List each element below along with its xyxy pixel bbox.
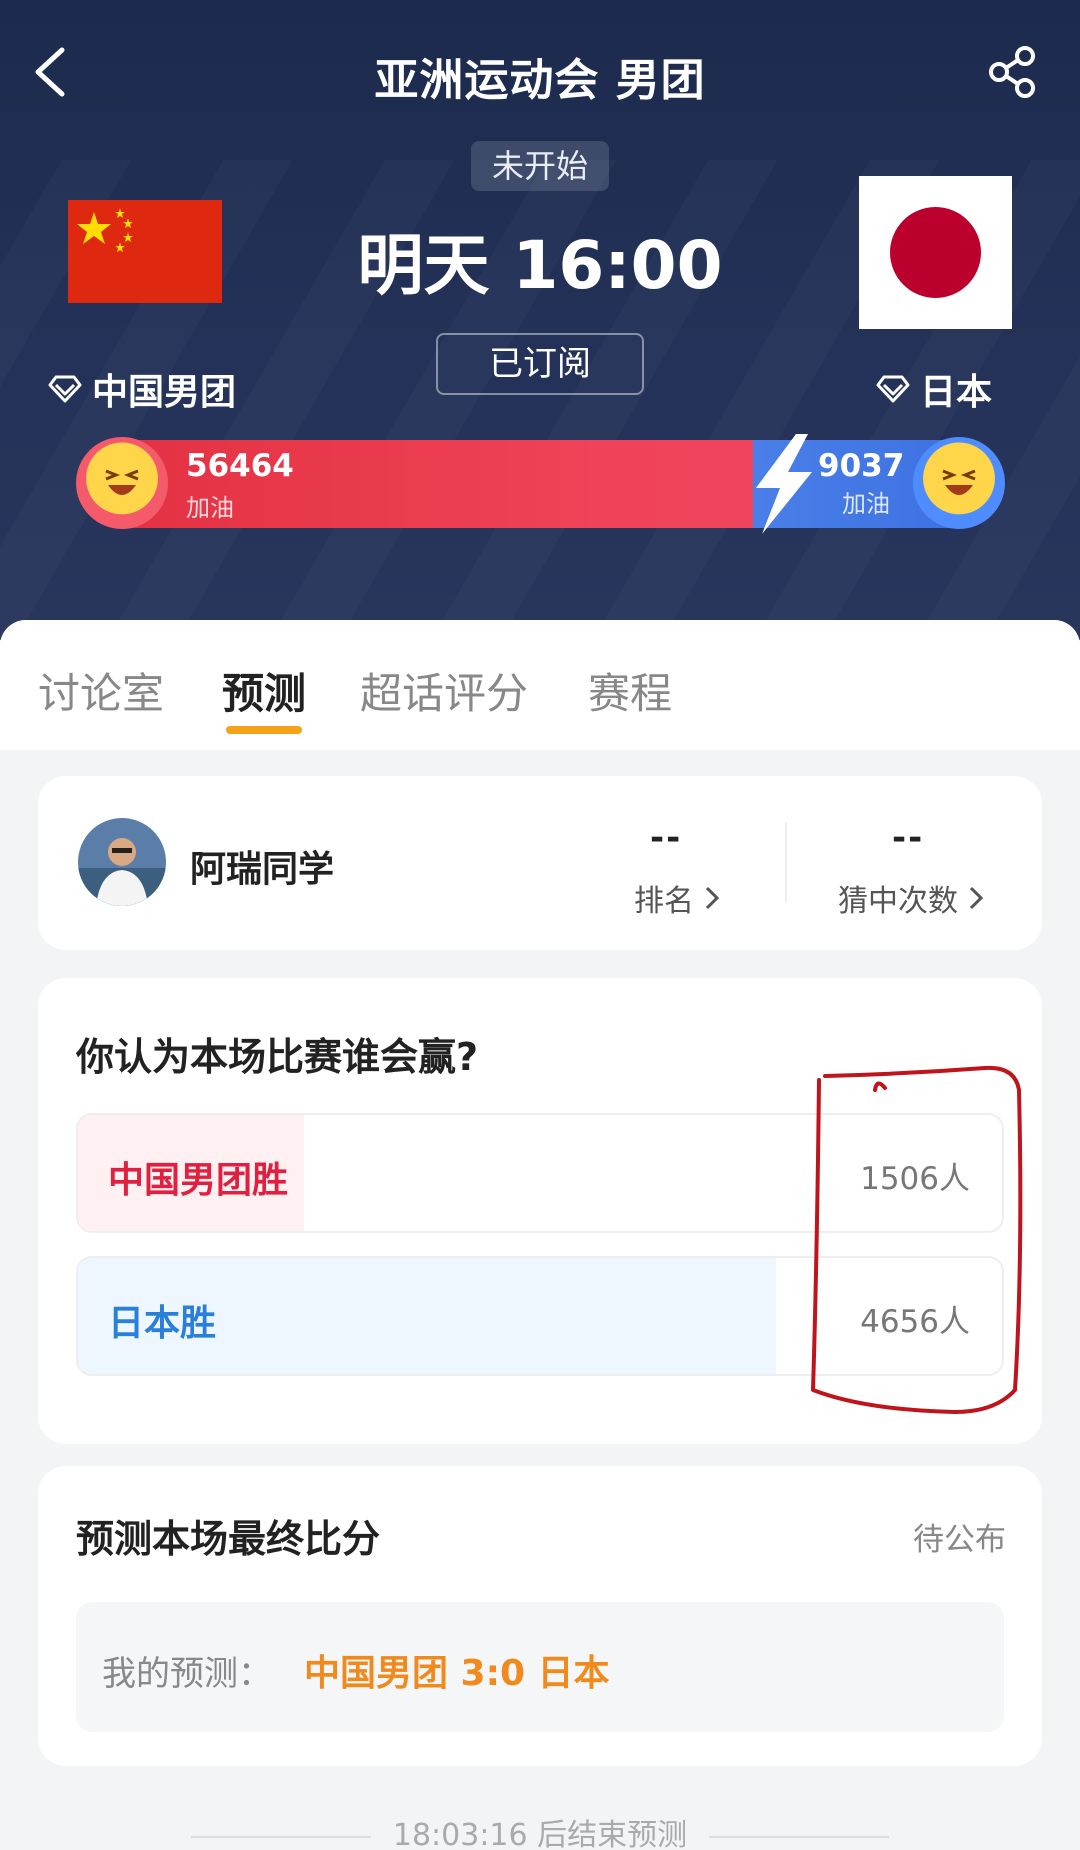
lightning-icon [756,434,812,534]
vote-question: 你认为本场比赛谁会赢? [76,1035,479,1079]
cheer-right-count: 9037 [818,448,905,484]
my-prediction-value: 中国男团 3:0 日本 [304,1653,610,1694]
active-tab-indicator [226,726,302,734]
cheer-left-label: 加油 [186,494,234,522]
team-left-name: 中国男团 [92,372,237,413]
score-status: 待公布 [913,1522,1006,1558]
subscribe-button[interactable]: 已订阅 [436,333,644,395]
match-status-badge: 未开始 [471,141,609,191]
score-title: 预测本场最终比分 [76,1517,381,1561]
user-card: 阿瑞同学 -- 排名 -- 猜中次数 [38,776,1042,950]
share-icon[interactable] [985,44,1041,100]
team-left[interactable]: 中国男团 [48,363,236,415]
cheer-bar: 56464 加油 9037 加油 [76,434,1005,534]
team-right-name: 日本 [920,372,993,413]
cheer-right-label: 加油 [842,490,890,518]
cheer-left-count: 56464 [186,448,294,484]
chevron-right-icon [705,886,720,910]
score-card: 预测本场最终比分 待公布 我的预测： 中国男团 3:0 日本 [38,1466,1042,1766]
cheer-left-emoji-icon[interactable] [76,437,168,529]
vote-option-count: 4656人 [860,1304,970,1340]
avatar[interactable] [78,818,166,906]
rank-value: -- [650,818,683,858]
my-prediction[interactable]: 我的预测： 中国男团 3:0 日本 [76,1602,1004,1732]
page-title: 亚洲运动会 男团 [374,55,706,106]
vote-option-japan[interactable]: 日本胜 4656人 [76,1256,1004,1376]
content-sheet: 讨论室 预测 超话评分 赛程 阿瑞同学 -- 排名 -- 猜中次数 你认为本场比… [0,620,1080,1850]
countdown-text: 18:03:16 后结束预测 [392,1818,688,1850]
diamond-icon [876,375,910,403]
my-prediction-label: 我的预测： [102,1654,272,1694]
tab-prediction[interactable]: 预测 [222,660,306,721]
prediction-countdown: 18:03:16 后结束预测 [0,1810,1080,1850]
tab-schedule[interactable]: 赛程 [588,660,672,721]
rank-link[interactable]: 排名 [634,876,720,920]
vote-option-label: 中国男团胜 [108,1160,289,1201]
vote-option-china[interactable]: 中国男团胜 1506人 [76,1113,1004,1233]
vote-card: 你认为本场比赛谁会赢? 中国男团胜 1506人 日本胜 4656人 [38,978,1042,1444]
rank-label: 排名 [634,884,694,919]
vote-option-label: 日本胜 [108,1303,217,1344]
stats-divider [785,822,787,902]
vote-option-count: 1506人 [860,1161,970,1197]
chevron-right-icon [969,886,984,910]
cheer-right-emoji-icon[interactable] [913,437,1005,529]
hits-label: 猜中次数 [838,884,958,919]
tab-rating[interactable]: 超话评分 [360,660,528,721]
tab-discussion[interactable]: 讨论室 [38,660,164,721]
hits-value: -- [892,818,925,858]
match-header: 亚洲运动会 男团 未开始 明天 16:00 已订阅 中国男团 日本 56464 … [0,0,1080,640]
diamond-icon [48,375,82,403]
hits-link[interactable]: 猜中次数 [838,876,984,920]
user-name: 阿瑞同学 [190,849,335,890]
match-time: 明天 16:00 [357,227,723,304]
team-right[interactable]: 日本 [876,363,992,415]
tab-bar: 讨论室 预测 超话评分 赛程 [0,620,1080,750]
